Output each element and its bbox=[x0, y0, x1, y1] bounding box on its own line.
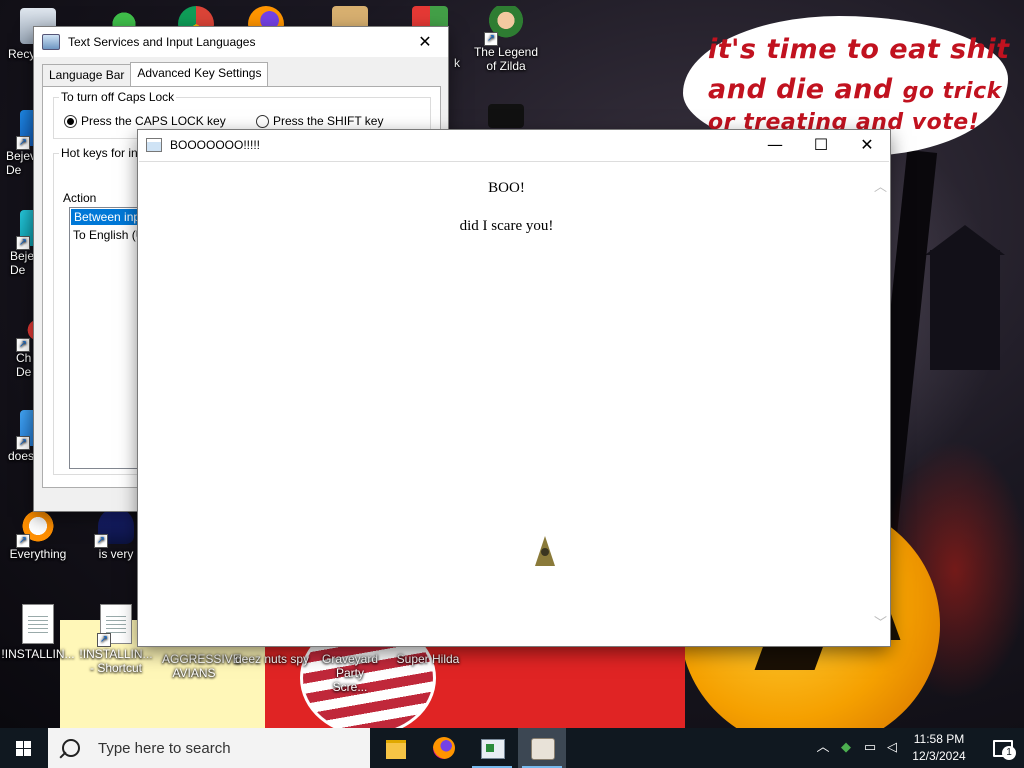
folder-icon bbox=[386, 740, 406, 759]
radio-label: Press the SHIFT key bbox=[273, 114, 384, 128]
yashima-icon bbox=[488, 104, 524, 128]
desktop-icon-deez-nuts-spy[interactable]: deez nuts spy bbox=[234, 652, 310, 666]
minimize-button[interactable]: — bbox=[752, 130, 798, 160]
desktop-icon-everything[interactable]: ↗ Everything bbox=[0, 508, 76, 561]
group-legend: Hot keys for inp bbox=[59, 146, 147, 160]
desktop-icon-yashima[interactable] bbox=[468, 104, 544, 131]
close-button[interactable]: ✕ bbox=[402, 27, 448, 57]
speech-bubble-line: it's time to eat shit bbox=[708, 34, 1010, 65]
network-icon[interactable]: ▭ bbox=[862, 740, 878, 756]
boo-window[interactable]: BOOOOOOO!!!!! — ☐ ✕ BOO! did I scare you… bbox=[138, 130, 890, 646]
security-shield-icon[interactable]: ◆ bbox=[838, 740, 854, 756]
desktop-icon-label: Bejev De bbox=[6, 149, 37, 177]
vertical-scrollbar[interactable]: ︿ ﹀ bbox=[872, 162, 889, 645]
shortcut-arrow-icon: ↗ bbox=[16, 136, 30, 150]
notifications-button[interactable]: 1 bbox=[980, 728, 1024, 768]
desktop-icon-label: Super Hilda bbox=[396, 652, 460, 666]
wallpaper-house bbox=[930, 250, 1000, 370]
zilda-game-icon: ↗ bbox=[484, 6, 524, 46]
clock-time: 11:58 PM bbox=[913, 732, 965, 746]
tab-language-bar[interactable]: Language Bar bbox=[42, 64, 132, 86]
taskbar-search-box[interactable]: Type here to search bbox=[48, 728, 370, 768]
radio-label: Press the CAPS LOCK key bbox=[81, 114, 226, 128]
desktop-icon-label: !INSTALLIN... bbox=[1, 647, 75, 661]
firefox-icon bbox=[433, 737, 455, 759]
desktop-icon-installing[interactable]: !INSTALLIN... bbox=[0, 604, 76, 661]
desktop-icon-label: The Legend of Zilda bbox=[473, 45, 539, 73]
text-document-icon bbox=[22, 604, 54, 644]
window-app-icon bbox=[146, 138, 162, 152]
boo-content: BOO! did I scare you! ︿ ﹀ bbox=[139, 161, 889, 645]
radio-caps-lock-key[interactable]: Press the CAPS LOCK key bbox=[64, 114, 226, 128]
window-title: BOOOOOOO!!!!! bbox=[170, 138, 261, 152]
taskbar-boo-app[interactable] bbox=[518, 728, 566, 768]
taskbar-firefox[interactable] bbox=[420, 728, 468, 768]
window-title: Text Services and Input Languages bbox=[68, 35, 256, 49]
search-placeholder: Type here to search bbox=[98, 739, 231, 757]
window-titlebar[interactable]: BOOOOOOO!!!!! — ☐ ✕ bbox=[138, 130, 890, 160]
keyboard-settings-icon bbox=[42, 34, 60, 50]
boo-message: did I scare you! bbox=[459, 218, 554, 234]
shortcut-arrow-icon: ↗ bbox=[16, 236, 30, 250]
window-titlebar[interactable]: Text Services and Input Languages ✕ bbox=[34, 27, 448, 57]
taskbar: Type here to search ︿ ◆ ▭ ◁ 11:58 PM 12/… bbox=[0, 728, 1024, 768]
tab-advanced-key-settings[interactable]: Advanced Key Settings bbox=[130, 62, 269, 86]
clock-date: 12/3/2024 bbox=[912, 749, 966, 763]
search-icon bbox=[62, 739, 80, 757]
close-button[interactable]: ✕ bbox=[844, 130, 890, 160]
desktop-icon-graveyard-party[interactable]: Graveyard Party Scre... bbox=[312, 652, 388, 694]
tab-strip: Language Bar Advanced Key Settings bbox=[42, 62, 269, 86]
scroll-up-arrow-icon[interactable]: ︿ bbox=[872, 176, 889, 195]
desktop-icon-label: deez nuts spy bbox=[234, 652, 310, 666]
desktop-icon-super-hilda[interactable]: Super Hilda bbox=[390, 652, 466, 666]
keyboard-settings-icon bbox=[481, 739, 505, 759]
desktop-icon-label: !INSTALLIN... - Shortcut bbox=[79, 647, 153, 675]
group-legend: To turn off Caps Lock bbox=[59, 90, 177, 104]
maximize-button[interactable]: ☐ bbox=[798, 130, 844, 160]
witch-hat-cursor-icon bbox=[535, 536, 555, 566]
speech-bubble-text: and die and bbox=[708, 74, 893, 105]
chevron-up-icon[interactable]: ︿ bbox=[815, 740, 831, 756]
keyboard-app-icon bbox=[531, 738, 555, 760]
desktop-icon-label: AGGRESSIVE AVIANS bbox=[162, 652, 241, 680]
radio-selected-icon bbox=[64, 114, 77, 128]
windows-logo-icon bbox=[16, 741, 31, 756]
magnifier-icon: ↗ bbox=[16, 508, 56, 548]
radio-shift-key[interactable]: Press the SHIFT key bbox=[256, 114, 383, 128]
scroll-down-arrow-icon[interactable]: ﹀ bbox=[872, 612, 889, 631]
shortcut-arrow-icon: ↗ bbox=[94, 534, 108, 548]
radio-unselected-icon bbox=[256, 114, 269, 128]
volume-icon[interactable]: ◁ bbox=[884, 740, 900, 756]
shortcut-arrow-icon: ↗ bbox=[97, 633, 111, 647]
shortcut-arrow-icon: ↗ bbox=[16, 534, 30, 548]
text-document-icon: ↗ bbox=[97, 604, 132, 647]
speech-bubble-line: and die and go trick bbox=[708, 74, 1002, 105]
shortcut-arrow-icon: ↗ bbox=[484, 32, 498, 46]
start-button[interactable] bbox=[0, 728, 48, 768]
notification-count-badge: 1 bbox=[1002, 746, 1016, 760]
desktop-icon-label: Graveyard Party Scre... bbox=[321, 652, 379, 694]
desktop-icon-aggressive-avians[interactable]: AGGRESSIVE AVIANS bbox=[156, 652, 241, 680]
shortcut-arrow-icon: ↗ bbox=[16, 436, 30, 450]
taskbar-file-explorer[interactable] bbox=[372, 728, 420, 768]
shortcut-arrow-icon: ↗ bbox=[16, 338, 30, 352]
boo-heading: BOO! bbox=[488, 180, 525, 196]
desktop-icon-legend-of-zilda[interactable]: ↗ The Legend of Zilda bbox=[468, 6, 544, 73]
column-header-action[interactable]: Action bbox=[63, 191, 96, 205]
desktop-icon-label: Everything bbox=[9, 547, 67, 561]
speech-bubble-text: go trick bbox=[902, 79, 1002, 104]
system-clock[interactable]: 11:58 PM 12/3/2024 bbox=[900, 731, 978, 765]
taskbar-text-services[interactable] bbox=[468, 728, 516, 768]
shield-icon: ↗ bbox=[94, 508, 134, 548]
